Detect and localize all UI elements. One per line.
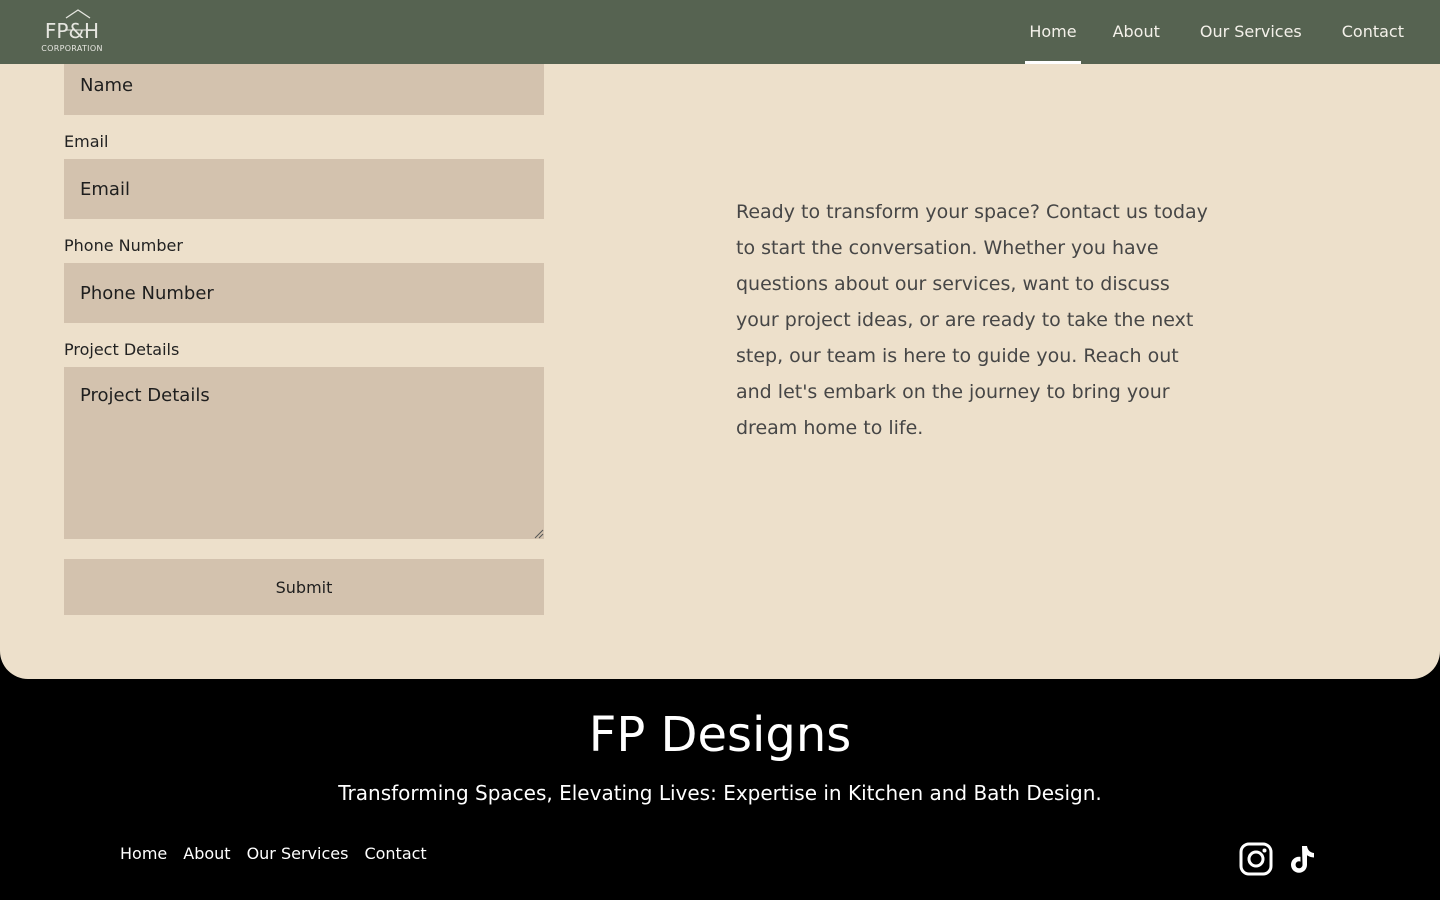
contact-intro-text: Ready to transform your space? Contact u… [736,201,1208,439]
tiktok-icon[interactable] [1285,840,1323,878]
logo-text: CORPORATION [41,44,103,53]
resize-handle-icon[interactable] [532,527,544,539]
footer-nav: Home About Our Services Contact [120,843,443,865]
contact-section: Email Phone Number Project Details Submi… [0,0,1440,679]
footer-link-home[interactable]: Home [120,843,167,865]
page: Email Phone Number Project Details Submi… [0,0,1440,900]
nav-home[interactable]: Home [1025,0,1081,64]
nav-our-services[interactable]: Our Services [1200,0,1302,64]
instagram-icon[interactable] [1237,840,1275,878]
footer-link-contact[interactable]: Contact [364,843,426,865]
logo-house-icon: FP&H [45,9,99,43]
name-field[interactable] [64,55,544,115]
nav-contact[interactable]: Contact [1342,0,1404,64]
email-field[interactable] [64,159,544,219]
phone-label: Phone Number [64,236,183,255]
project-details-label: Project Details [64,340,180,359]
footer-link-our-services[interactable]: Our Services [247,843,349,865]
submit-button[interactable]: Submit [64,559,544,615]
footer-link-about[interactable]: About [183,843,230,865]
footer-tagline: Transforming Spaces, Elevating Lives: Ex… [338,781,1102,805]
site-header: FP&H CORPORATION Home About Our Services… [0,0,1440,64]
main-nav: Home About Our Services Contact [1025,0,1440,64]
nav-about[interactable]: About [1113,0,1160,64]
project-details-field[interactable] [64,367,544,539]
logo[interactable]: FP&H CORPORATION [36,8,108,56]
footer-title: FP Designs [588,707,852,763]
logo-mark: FP&H [45,19,99,43]
phone-field[interactable] [64,263,544,323]
email-label: Email [64,132,109,151]
